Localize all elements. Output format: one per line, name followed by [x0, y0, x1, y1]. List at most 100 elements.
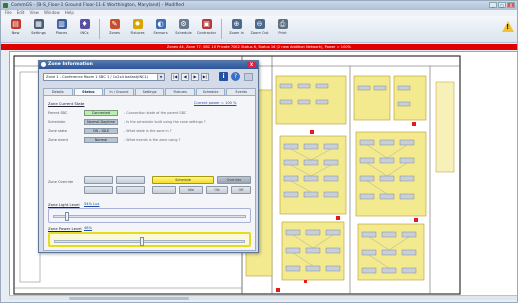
- toolbar-button-label: Zones: [108, 31, 121, 35]
- light-level-track: [53, 215, 246, 218]
- toolbar-button-label: New: [11, 31, 20, 35]
- zoom-in-icon: ⊕: [231, 19, 242, 29]
- help-icon[interactable]: ?: [231, 72, 240, 81]
- zoom-out-icon: ⊖: [254, 19, 265, 29]
- toolbar-separator: [221, 19, 222, 39]
- toolbar-button-label: Fixtures: [130, 31, 145, 35]
- warning-icon[interactable]: !: [502, 21, 514, 32]
- tab-fixtures[interactable]: Fixtures: [165, 88, 195, 95]
- pin-icon[interactable]: [244, 73, 253, 81]
- override-button[interactable]: Override: [217, 176, 251, 184]
- toolbar-button-label: Zoom Out: [250, 31, 269, 35]
- override-button-3[interactable]: [84, 186, 113, 194]
- scroll-thumb[interactable]: [69, 297, 189, 300]
- toolbar-button-label: Contractor: [196, 31, 217, 35]
- scheduler-description: - Is the scheduler built using the zone …: [124, 120, 206, 124]
- tab-schedule[interactable]: Schedule: [195, 88, 226, 95]
- zone-select[interactable]: Zone 1 - Conference Room 1 SBC 1 / 1x2x4…: [43, 73, 165, 81]
- first-zone-button[interactable]: |◀: [171, 73, 179, 81]
- prev-zone-button[interactable]: ◀: [181, 73, 189, 81]
- toolbar: ▤ New ▦ Settings ▥ Places ♦ INCs ✎ Zones ✹ Fixtures…: [1, 16, 517, 43]
- chevron-down-icon[interactable]: ▼: [157, 74, 164, 80]
- toolbar-button-label: Settings: [31, 31, 46, 35]
- zone-select-value: Zone 1 - Conference Room 1 SBC 1 / 1x2x4…: [46, 75, 149, 79]
- dialog-title: Zone Information: [48, 62, 93, 67]
- incs-icon: ♦: [79, 19, 90, 29]
- toolbar-button-label: Places: [55, 31, 68, 35]
- light-level-value[interactable]: 54% Lux: [84, 202, 99, 206]
- dialog-title-bar: Zone Information X: [39, 61, 258, 69]
- last-zone-button[interactable]: ▶|: [201, 73, 209, 81]
- zone-override-label: Zone Override: [48, 180, 74, 184]
- places-icon: ▥: [56, 19, 67, 29]
- toolbar-button-label: Schedule: [175, 31, 192, 35]
- toolbar-button-fixtures[interactable]: ✹ Fixtures: [127, 16, 148, 41]
- toolbar-button-label: Sensors: [153, 31, 168, 35]
- dialog-close-button[interactable]: X: [247, 62, 256, 68]
- blank-button[interactable]: [152, 186, 176, 194]
- zone-event-description: - What events is the zone using ?: [124, 138, 181, 142]
- toolbar-button-places[interactable]: ▥ Places: [51, 16, 72, 41]
- app-window: CommGS - [B-S_Floor-1 Ground Floor-11-E …: [0, 0, 518, 303]
- maximize-button[interactable]: □: [498, 2, 506, 8]
- on-button[interactable]: ON: [206, 186, 228, 194]
- parent-sbc-description: - Connection state of the parent SBC: [124, 111, 187, 115]
- toolbar-button-zoom-in[interactable]: ⊕ Zoom In: [226, 16, 247, 41]
- tab-details[interactable]: Details: [43, 88, 73, 95]
- alert-bar: Zones 44, Zone 77, SBC 10 Private 70E2 S…: [1, 44, 517, 50]
- tab-in-ground[interactable]: In / Ground: [104, 88, 134, 95]
- title-bar: CommGS - [B-S_Floor-1 Ground Floor-11-E …: [1, 1, 517, 10]
- zone-selector-row: Zone 1 - Conference Room 1 SBC 1 / 1x2x4…: [43, 72, 256, 82]
- toolbar-button-settings[interactable]: ▦ Settings: [28, 16, 49, 41]
- schedule-icon: ⚙: [178, 19, 189, 29]
- parent-sbc-label: Parent SBC: [48, 111, 68, 115]
- window-controls: _ □ X: [489, 2, 515, 8]
- power-level-value[interactable]: 48%: [84, 226, 92, 230]
- horizontal-scrollbar[interactable]: [9, 295, 517, 300]
- contractor-icon: ▣: [201, 19, 212, 29]
- toolbar-button-zoom-out[interactable]: ⊖ Zoom Out: [249, 16, 270, 41]
- info-icon[interactable]: i: [219, 72, 228, 81]
- minimize-button[interactable]: _: [489, 2, 497, 8]
- toolbar-separator: [99, 19, 100, 39]
- override-button-1[interactable]: [84, 176, 113, 184]
- toolbar-button-label: INCs: [80, 31, 89, 35]
- override-button-2[interactable]: [116, 176, 145, 184]
- power-level-label: Zone Power Level: [48, 226, 82, 231]
- print-icon: ⎙: [277, 19, 288, 29]
- zone-event-label: Zone event: [48, 138, 68, 142]
- toolbar-button-new[interactable]: ▤ New: [5, 16, 26, 41]
- new-icon: ▤: [10, 19, 21, 29]
- tab-settings[interactable]: Settings: [134, 88, 165, 95]
- zones-icon: ✎: [109, 19, 120, 29]
- tab-events[interactable]: Events: [226, 88, 257, 95]
- tab-status[interactable]: Status: [73, 88, 104, 95]
- toolbar-button-print[interactable]: ⎙ Print: [272, 16, 293, 41]
- toolbar-button-schedule[interactable]: ⚙ Schedule: [173, 16, 194, 41]
- scheduler-value: Normal Daytime: [84, 119, 118, 125]
- current-power-link[interactable]: Current power = 100 %: [194, 101, 236, 105]
- power-level-slider[interactable]: [48, 232, 251, 247]
- zone-info-icon: [41, 62, 46, 67]
- light-level-slider[interactable]: [48, 208, 251, 223]
- toolbar-button-sensors[interactable]: ◐ Sensors: [150, 16, 171, 41]
- light-level-thumb[interactable]: [64, 212, 69, 221]
- off-button[interactable]: Off: [231, 186, 251, 194]
- power-level-thumb[interactable]: [139, 237, 144, 246]
- idle-button[interactable]: Idle: [179, 186, 203, 194]
- toolbar-button-zones[interactable]: ✎ Zones: [104, 16, 125, 41]
- zone-state-label: Zone state: [48, 129, 67, 133]
- settings-icon: ▦: [33, 19, 44, 29]
- schedule-button[interactable]: Schedule: [152, 176, 214, 184]
- next-zone-button[interactable]: ▶: [191, 73, 199, 81]
- zone-information-dialog: Zone Information X Zone 1 - Conference R…: [38, 60, 259, 253]
- override-button-4[interactable]: [116, 186, 145, 194]
- power-level-track: [54, 240, 245, 243]
- window-title: CommGS - [B-S_Floor-1 Ground Floor-11-E …: [11, 3, 184, 8]
- close-button[interactable]: X: [507, 2, 515, 8]
- toolbar-button-incs[interactable]: ♦ INCs: [74, 16, 95, 41]
- status-panel: Zone Current State Current power = 100 %…: [43, 95, 256, 251]
- zone-event-value: Normal: [84, 137, 118, 143]
- toolbar-button-label: Zoom In: [229, 31, 244, 35]
- toolbar-button-contractor[interactable]: ▣ Contractor: [196, 16, 217, 41]
